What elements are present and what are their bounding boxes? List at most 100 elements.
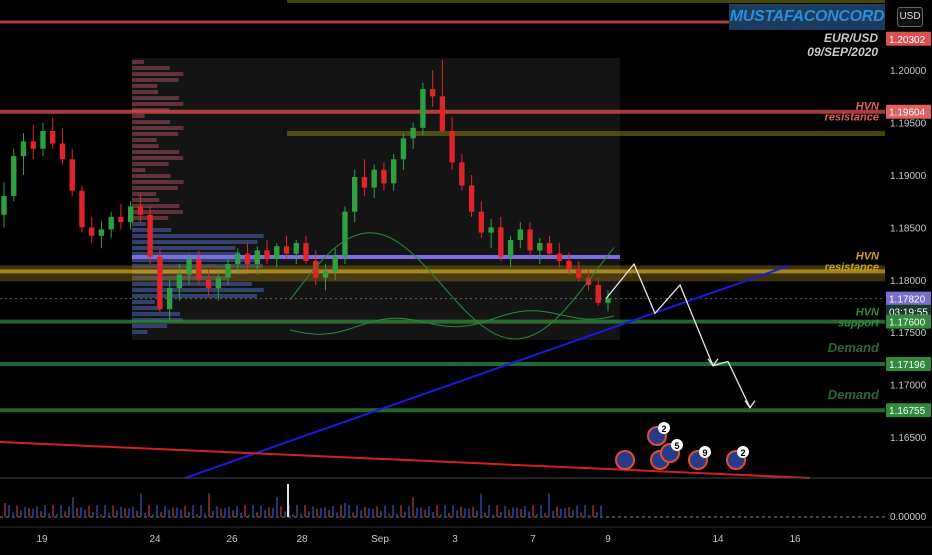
volume-bar bbox=[560, 508, 562, 517]
volume-profile-bar bbox=[132, 198, 160, 202]
volume-profile-bar bbox=[132, 96, 179, 100]
volume-bar bbox=[508, 509, 510, 517]
time-tick-label: 19 bbox=[36, 534, 48, 545]
candle-body bbox=[342, 211, 348, 257]
volume-profile-bar bbox=[132, 294, 258, 298]
volume-bar bbox=[192, 505, 194, 517]
volume-bar bbox=[356, 505, 358, 517]
time-tick-label: 24 bbox=[149, 534, 161, 545]
candle-body bbox=[264, 250, 270, 259]
volume-bar bbox=[176, 507, 178, 517]
candle-body bbox=[537, 243, 543, 251]
volume-profile-bar bbox=[132, 312, 181, 316]
volume-bar bbox=[520, 509, 522, 517]
volume-bar bbox=[44, 505, 46, 517]
volume-bar bbox=[384, 505, 386, 517]
volume-bar bbox=[144, 513, 146, 517]
candle-body bbox=[40, 130, 46, 149]
candle-body bbox=[420, 89, 426, 128]
volume-bar bbox=[376, 506, 378, 517]
volume-bar bbox=[388, 513, 390, 517]
volume-bar bbox=[220, 508, 222, 517]
volume-bar bbox=[4, 503, 6, 517]
volume-bar bbox=[248, 514, 250, 517]
volume-bar bbox=[240, 512, 242, 517]
price-chart[interactable]: HVNresistanceHVNresistanceHVNsupportDema… bbox=[0, 0, 932, 550]
volume-profile-bar bbox=[132, 192, 157, 196]
volume-bar bbox=[564, 508, 566, 517]
price-tick-label: 1.17500 bbox=[890, 328, 927, 339]
volume-bar bbox=[32, 508, 34, 517]
candle-body bbox=[459, 162, 465, 186]
volume-bar bbox=[168, 509, 170, 517]
volume-bar bbox=[128, 508, 130, 517]
volume-bar bbox=[568, 506, 570, 517]
volume-bar bbox=[344, 502, 346, 517]
time-tick-label: 7 bbox=[530, 534, 536, 545]
volume-bar bbox=[188, 511, 190, 517]
volume-bar bbox=[504, 505, 506, 517]
volume-profile-bar bbox=[132, 90, 159, 94]
candle-body bbox=[225, 264, 231, 278]
volume-bar bbox=[12, 512, 14, 517]
price-tag-label: 1.17820 bbox=[889, 295, 926, 306]
candle-body bbox=[20, 141, 27, 157]
event-count: 5 bbox=[674, 441, 679, 451]
volume-bar bbox=[448, 512, 450, 517]
volume-bar bbox=[264, 509, 266, 517]
price-tick-label: 1.18000 bbox=[890, 276, 927, 287]
candle-body bbox=[108, 216, 114, 230]
volume-bar bbox=[536, 514, 538, 517]
volume-bar bbox=[456, 510, 458, 517]
volume-bar bbox=[196, 514, 198, 517]
volume-bar bbox=[284, 511, 286, 517]
volume-bar bbox=[436, 505, 438, 517]
volume-bar bbox=[424, 509, 426, 517]
volume-bar bbox=[556, 506, 558, 517]
volume-bar bbox=[400, 505, 402, 517]
volume-bar bbox=[64, 511, 66, 517]
candle-body bbox=[468, 185, 475, 212]
volume-bar bbox=[156, 505, 158, 517]
volume-bar bbox=[412, 497, 414, 517]
candle-body bbox=[11, 156, 17, 196]
volume-bar bbox=[112, 505, 114, 517]
candle-body bbox=[88, 227, 95, 236]
volume-bar bbox=[120, 506, 122, 517]
volume-bar bbox=[88, 505, 90, 517]
volume-bar bbox=[304, 505, 306, 517]
price-tag-label: 1.20302 bbox=[889, 35, 926, 46]
candle-body bbox=[449, 130, 455, 163]
volume-profile-bar bbox=[132, 330, 148, 334]
candle-body bbox=[176, 274, 183, 289]
currency-button[interactable]: USD bbox=[897, 7, 923, 27]
volume-bar bbox=[172, 507, 174, 517]
volume-bar bbox=[324, 507, 326, 517]
volume-profile-bar bbox=[132, 162, 169, 166]
volume-bar bbox=[580, 512, 582, 517]
candle-body bbox=[507, 239, 514, 257]
volume-bar bbox=[540, 505, 542, 517]
volume-bar bbox=[420, 507, 422, 517]
candle-body bbox=[244, 253, 251, 265]
volume-bar bbox=[532, 505, 534, 517]
chart-area[interactable]: HVN resistance HVN resistance HVN support Dema… bbox=[0, 0, 932, 550]
volume-bar bbox=[488, 505, 490, 517]
volume-bar bbox=[524, 506, 526, 517]
candle-body bbox=[488, 227, 494, 233]
volume-bar bbox=[476, 510, 478, 517]
candle-body bbox=[127, 206, 134, 223]
volume-bar bbox=[16, 505, 18, 517]
volume-bar bbox=[148, 505, 150, 517]
volume-bar bbox=[216, 506, 218, 517]
volume-profile-bar bbox=[132, 324, 168, 328]
candle-body bbox=[205, 279, 212, 289]
candle-body bbox=[69, 159, 75, 191]
volume-profile-bar bbox=[132, 300, 155, 304]
volume-bar bbox=[184, 506, 186, 517]
candle-body bbox=[235, 253, 241, 265]
candle-body bbox=[332, 256, 338, 272]
candle-body bbox=[322, 271, 329, 278]
volume-bar bbox=[72, 497, 74, 517]
volume-bar bbox=[528, 511, 530, 517]
